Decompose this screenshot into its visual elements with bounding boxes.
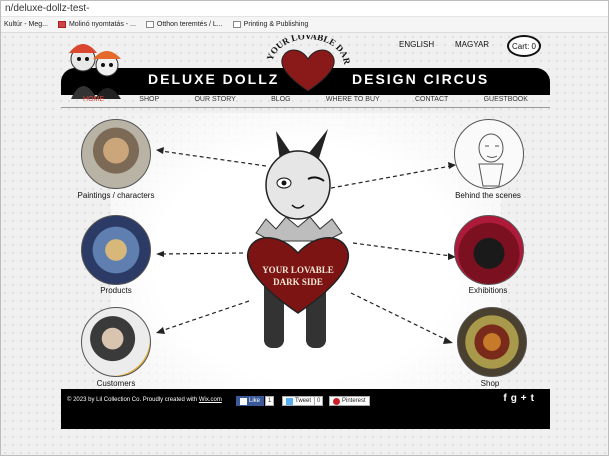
- products-circle[interactable]: [81, 215, 151, 285]
- shop-label[interactable]: Shop: [430, 379, 550, 388]
- pinterest-button[interactable]: Pinterest: [329, 396, 370, 406]
- exhibitions-circle[interactable]: [454, 215, 524, 285]
- bookmark-label: Otthon teremtés / L...: [156, 21, 223, 28]
- pinterest-label: Pinterest: [342, 398, 366, 404]
- behind-scenes-label[interactable]: Behind the scenes: [428, 191, 548, 200]
- url-text: n/deluxe-dollz-test-: [5, 3, 90, 14]
- center-doll-illustration[interactable]: YOUR LOVABLE DARK SIDE: [236, 123, 361, 358]
- exhibitions-label[interactable]: Exhibitions: [428, 286, 548, 295]
- bookmark-item[interactable]: Otthon teremtés / L...: [145, 21, 223, 28]
- google-plus-icon[interactable]: g+: [511, 393, 531, 404]
- facebook-like-button[interactable]: Like: [236, 396, 265, 406]
- like-label: Like: [249, 398, 261, 404]
- bookmark-favicon-icon: [57, 21, 66, 28]
- heart-text-line1: YOUR LOVABLE: [262, 265, 334, 275]
- bookmarks-bar: Kultúr - Meg... Molinó nyomtatás - ... O…: [1, 17, 608, 33]
- bookmark-label: Printing & Publishing: [243, 21, 309, 28]
- facebook-icon[interactable]: f: [503, 393, 510, 404]
- footer: © 2023 by Lil Collection Co. Proudly cre…: [61, 389, 550, 429]
- facebook-icon: [240, 397, 247, 405]
- social-icons: fg+t: [503, 393, 538, 404]
- bookmark-item[interactable]: Molinó nyomtatás - ...: [57, 21, 136, 28]
- bookmark-page-icon: [232, 21, 241, 28]
- copyright-text: © 2023 by Lil Collection Co. Proudly cre…: [67, 397, 222, 403]
- paintings-label[interactable]: Paintings / characters: [56, 191, 176, 200]
- bookmark-label: Molinó nyomtatás - ...: [68, 21, 136, 28]
- bookmark-label: Kultúr - Meg...: [4, 21, 48, 28]
- bookmark-item[interactable]: Printing & Publishing: [232, 21, 309, 28]
- browser-window: n/deluxe-dollz-test- Kultúr - Meg... Mol…: [0, 0, 609, 456]
- behind-scenes-circle[interactable]: [454, 119, 524, 189]
- twitter-icon: [286, 397, 293, 405]
- products-label[interactable]: Products: [56, 286, 176, 295]
- tumblr-icon[interactable]: t: [531, 393, 538, 404]
- sketch-drawing: [478, 133, 504, 187]
- website-page: DELUXE DOLLZ DESIGN CIRCUS YOUR LOVABLE …: [1, 33, 608, 455]
- like-count: 1: [265, 396, 275, 406]
- bookmark-item[interactable]: Kultúr - Meg...: [4, 21, 48, 28]
- address-bar[interactable]: n/deluxe-dollz-test-: [1, 1, 608, 17]
- customers-label[interactable]: Customers: [56, 379, 176, 388]
- customers-circle[interactable]: [81, 307, 151, 377]
- copyright-label: © 2023 by Lil Collection Co. Proudly cre…: [67, 397, 199, 403]
- shop-circle[interactable]: [457, 307, 527, 377]
- wix-link[interactable]: Wix.com: [199, 397, 222, 403]
- pinterest-icon: [333, 397, 340, 405]
- bookmark-page-icon: [145, 21, 154, 28]
- tweet-label: Tweet: [295, 398, 312, 404]
- tweet-count: 0: [314, 396, 324, 406]
- tweet-button[interactable]: Tweet: [282, 396, 316, 406]
- heart-text-line2: DARK SIDE: [273, 277, 323, 287]
- paintings-circle[interactable]: [81, 119, 151, 189]
